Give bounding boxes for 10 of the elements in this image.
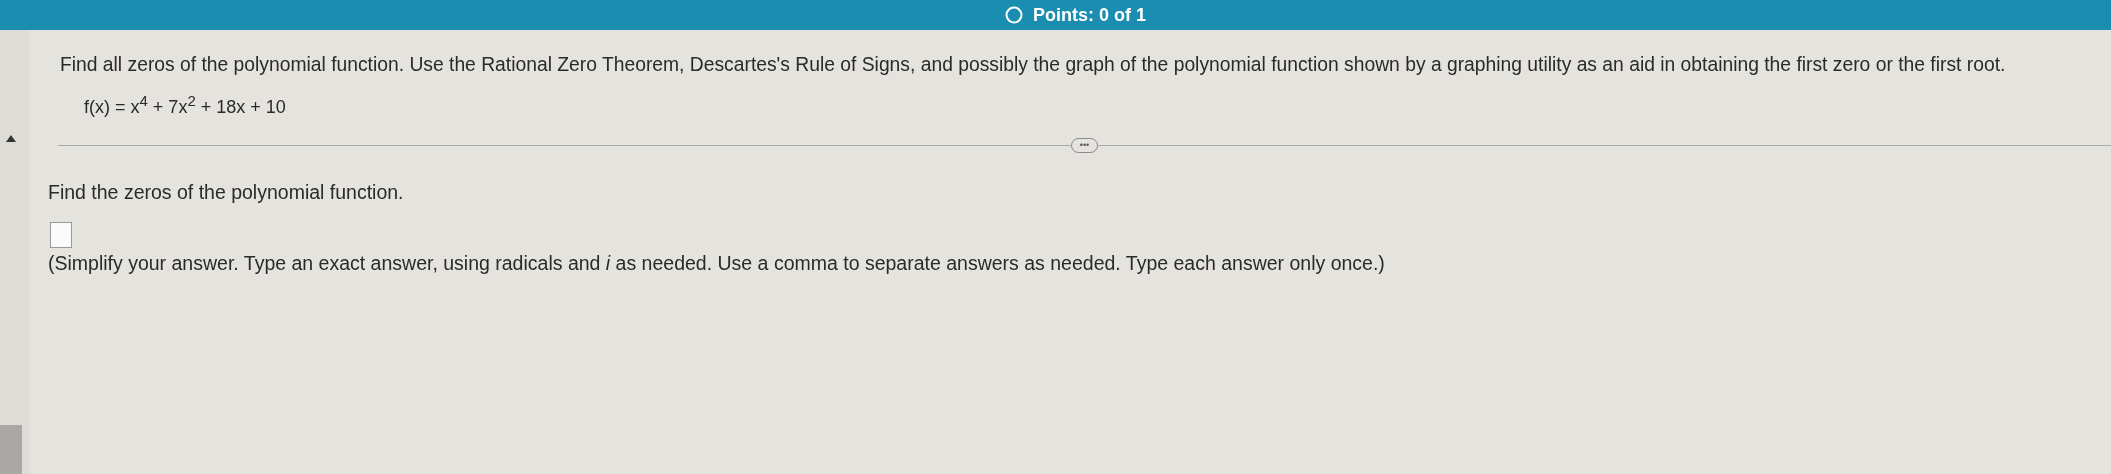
collapse-arrow-icon[interactable] — [6, 135, 16, 142]
hint-text: (Simplify your answer. Type an exact answer, using radicals and i as needed. Use a comma to separate answers as needed. Type each answer only once.) — [48, 252, 1386, 275]
scroll-handle[interactable] — [0, 425, 22, 474]
function-formula: f(x) = x$^{4}$ + 7x$^{2}$ + 18x + 10 — [84, 92, 287, 118]
circle-icon — [1005, 6, 1023, 24]
question-text: Find all zeros of the polynomial function. Use the Rational Zero Theorem, Descartes's Rule of Signs, and possibly the graph of the polynomial function shown by a graphing utility as an aid in obtaining the first zero or the first root. — [60, 54, 2007, 76]
answer-field[interactable] — [50, 222, 72, 248]
expand-button[interactable]: ••• — [1070, 138, 1099, 153]
prompt-text: Find the zeros of the polynomial function. — [48, 181, 405, 204]
points-label: Points: 0 of 1 — [1033, 4, 1146, 26]
